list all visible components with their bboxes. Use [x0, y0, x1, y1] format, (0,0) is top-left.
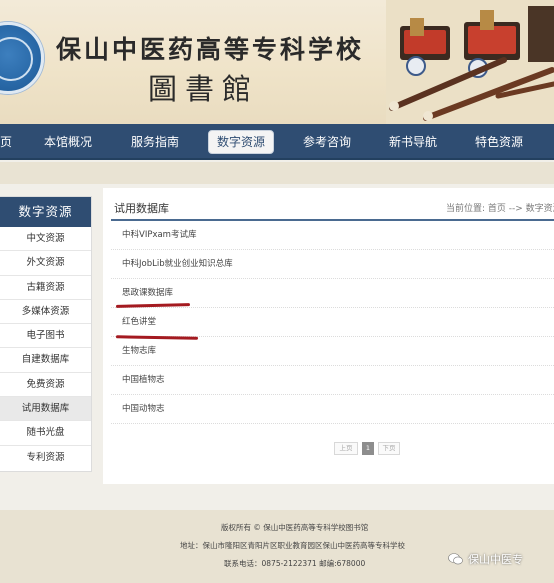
sidebar-item-trial[interactable]: 试用数据库	[0, 397, 91, 422]
sidebar-item-multimedia[interactable]: 多媒体资源	[0, 300, 91, 325]
sidebar-item-patents[interactable]: 专利资源	[0, 446, 91, 470]
sidebar-title: 数字资源	[0, 197, 91, 227]
database-link[interactable]: 红色讲堂	[122, 315, 156, 327]
next-page-button[interactable]: 下页	[378, 442, 400, 455]
nav-item-service-guide[interactable]: 服务指南	[131, 124, 179, 160]
wechat-icon	[448, 553, 463, 565]
contact-text: 联系电话：0875-2122371 邮编:678000	[224, 559, 366, 568]
footer: 版权所有 © 保山中医药高等专科学校图书馆 地址：保山市隆阳区青阳片区职业教育园…	[0, 510, 554, 583]
sidebar-item-ancient[interactable]: 古籍资源	[0, 276, 91, 300]
wechat-watermark: 保山中医专	[448, 551, 523, 567]
list-item[interactable]: 中国动物志	[111, 395, 554, 424]
sidebar-item-self-built[interactable]: 自建数据库	[0, 348, 91, 373]
sidebar-item-free[interactable]: 免费资源	[0, 373, 91, 398]
sidebar-item-ebooks[interactable]: 电子图书	[0, 324, 91, 349]
list-item[interactable]: 红色讲堂	[111, 308, 554, 337]
copyright-text: 版权所有 © 保山中医药高等专科学校图书馆	[221, 523, 369, 532]
school-logo[interactable]	[0, 22, 44, 94]
sidebar-item-cd[interactable]: 随书光盘	[0, 421, 91, 446]
prev-page-button[interactable]: 上页	[334, 442, 358, 455]
header-banner: 保山中医药高等专科学校 圖書館	[0, 0, 554, 124]
main-navigation: 首页 本馆概况 服务指南 数字资源 参考咨询 新书导航 特色资源	[0, 124, 554, 160]
sidebar-item-chinese[interactable]: 中文资源	[0, 227, 91, 252]
library-name: 圖書館	[148, 72, 260, 106]
list-item[interactable]: 生物志库	[111, 337, 554, 366]
nav-item-about[interactable]: 本馆概况	[44, 124, 92, 160]
calligraphy-decoration	[386, 0, 554, 124]
list-item[interactable]: 中科JobLib就业创业知识总库	[111, 250, 554, 279]
address-text: 地址：保山市隆阳区青阳片区职业教育园区保山中医药高等专科学校	[180, 541, 405, 550]
nav-item-new-books[interactable]: 新书导航	[389, 124, 437, 160]
database-link[interactable]: 中科VIPxam考试库	[122, 228, 196, 240]
database-link[interactable]: 中科JobLib就业创业知识总库	[122, 257, 233, 269]
database-link[interactable]: 中国动物志	[122, 402, 165, 414]
sidebar: 数字资源 中文资源 外文资源 古籍资源 多媒体资源 电子图书 自建数据库 免费资…	[0, 196, 92, 472]
nav-item-home[interactable]: 首页	[0, 124, 12, 160]
database-link[interactable]: 思政课数据库	[122, 286, 173, 298]
watermark-text: 保山中医专	[468, 553, 523, 566]
nav-item-digital-resources[interactable]: 数字资源	[207, 130, 275, 154]
sidebar-item-foreign[interactable]: 外文资源	[0, 251, 91, 276]
list-item[interactable]: 中科VIPxam考试库	[111, 221, 554, 250]
school-name: 保山中医药高等专科学校	[56, 35, 365, 64]
page-title: 试用数据库	[114, 202, 169, 215]
current-page[interactable]: 1	[362, 442, 374, 455]
nav-item-special-collections[interactable]: 特色资源	[475, 124, 523, 160]
divider-band	[0, 162, 554, 184]
list-item[interactable]: 中国植物志	[111, 366, 554, 395]
database-link[interactable]: 生物志库	[122, 344, 156, 356]
database-link[interactable]: 中国植物志	[122, 373, 165, 385]
nav-item-reference[interactable]: 参考咨询	[303, 124, 351, 160]
breadcrumb: 当前位置: 首页 --> 数字资源	[446, 204, 554, 214]
